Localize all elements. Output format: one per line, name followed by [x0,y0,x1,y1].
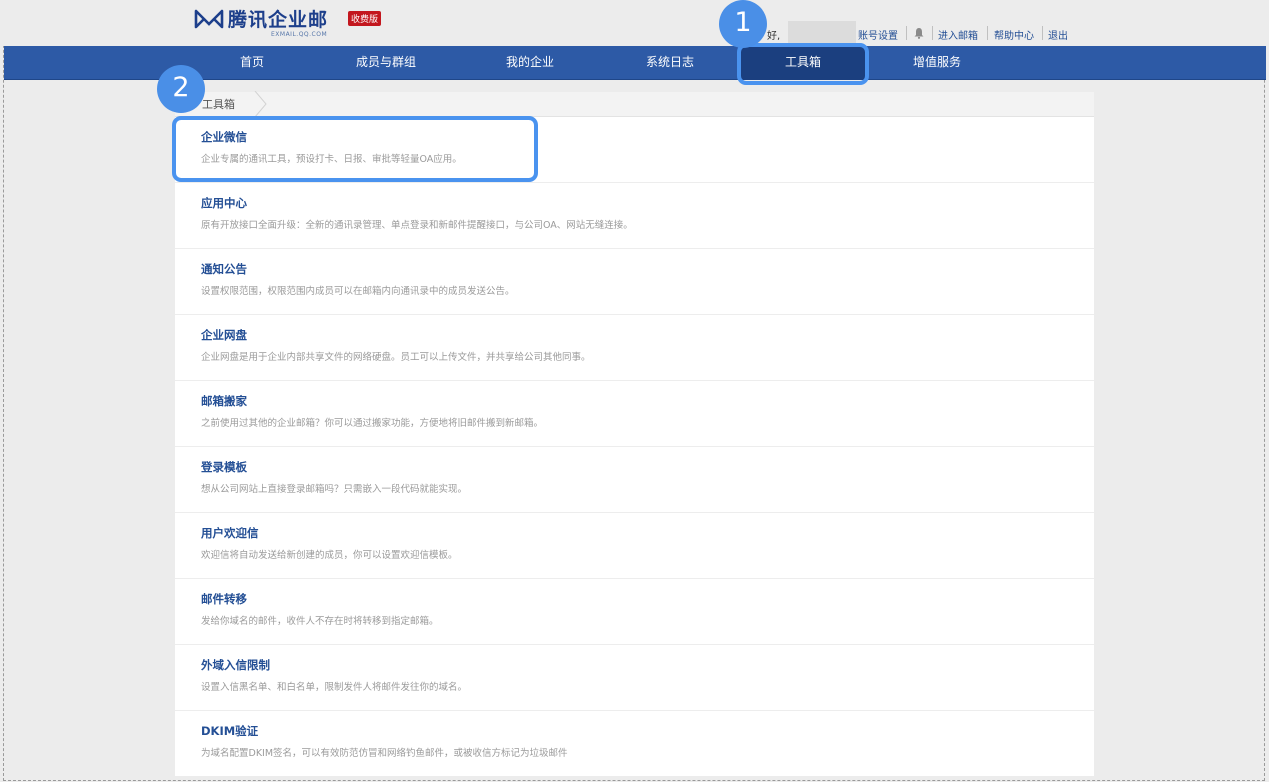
divider [932,26,933,40]
tool-title[interactable]: DKIM验证 [201,723,258,739]
tool-title[interactable]: 通知公告 [201,261,247,277]
divider [906,26,907,40]
tool-item-welcome-letter[interactable]: 用户欢迎信 欢迎信将自动发送给新创建的成员，你可以设置欢迎信模板。 [175,513,1094,579]
tool-item-mail-forward[interactable]: 邮件转移 发给你域名的邮件，收件人不存在时将转移到指定邮箱。 [175,579,1094,645]
nav-toolbox[interactable]: 工具箱 [740,46,866,80]
tool-title[interactable]: 应用中心 [201,195,247,211]
tool-item-netdisk[interactable]: 企业网盘 企业网盘是用于企业内部共享文件的网络硬盘。员工可以上传文件，并共享给公… [175,315,1094,381]
tool-description: 想从公司网站上直接登录邮箱吗？只需嵌入一段代码就能实现。 [201,484,468,495]
nav-system-log[interactable]: 系统日志 [646,46,694,80]
tool-item-dkim[interactable]: DKIM验证 为域名配置DKIM签名，可以有效防范仿冒和网络钓鱼邮件，或被收信方… [175,711,1094,777]
bell-icon[interactable] [913,27,925,39]
edition-badge: 收费版 [348,11,382,26]
nav-my-enterprise[interactable]: 我的企业 [506,46,554,80]
tool-description: 欢迎信将自动发送给新创建的成员，你可以设置欢迎信模板。 [201,550,458,561]
tool-description: 原有开放接口全面升级：全新的通讯录管理、单点登录和新邮件提醒接口，与公司OA、网… [201,220,633,231]
tool-title[interactable]: 登录模板 [201,459,247,475]
tool-title[interactable]: 邮件转移 [201,591,247,607]
chevron-right-icon [254,91,267,117]
breadcrumb-current: 工具箱 [202,98,235,111]
tool-title[interactable]: 邮箱搬家 [201,393,247,409]
tool-description: 发给你域名的邮件，收件人不存在时将转移到指定邮箱。 [201,616,439,627]
tool-description: 企业专属的通讯工具，预设打卡、日报、审批等轻量OA应用。 [201,154,462,165]
tool-description: 为域名配置DKIM签名，可以有效防范仿冒和网络钓鱼邮件，或被收信方标记为垃圾邮件 [201,748,568,759]
tool-item-mail-migration[interactable]: 邮箱搬家 之前使用过其他的企业邮箱？你可以通过搬家功能，方便地将旧邮件搬到新邮箱… [175,381,1094,447]
exmail-logo-icon [194,9,224,29]
callout-step-1: 1 [719,0,767,48]
greeting-text: 好, [767,31,781,42]
logout-link[interactable]: 退出 [1048,27,1068,42]
tool-description: 设置入信黑名单、和白名单，限制发件人将邮件发往你的域名。 [201,682,468,693]
tool-title[interactable]: 企业网盘 [201,327,247,343]
nav-value-added[interactable]: 增值服务 [913,46,961,80]
tool-item-app-center[interactable]: 应用中心 原有开放接口全面升级：全新的通讯录管理、单点登录和新邮件提醒接口，与公… [175,183,1094,249]
tool-title[interactable]: 用户欢迎信 [201,525,259,541]
tool-description: 之前使用过其他的企业邮箱？你可以通过搬家功能，方便地将旧邮件搬到新邮箱。 [201,418,544,429]
divider [1042,26,1043,40]
enter-mailbox-link[interactable]: 进入邮箱 [938,27,978,42]
callout-step-2: 2 [157,65,205,113]
nav-members-groups[interactable]: 成员与群组 [356,46,416,80]
nav-home[interactable]: 首页 [240,46,264,80]
tool-title[interactable]: 企业微信 [201,129,247,145]
nav-toolbox-label: 工具箱 [784,55,821,69]
help-center-link[interactable]: 帮助中心 [994,27,1034,42]
account-settings-link[interactable]: 账号设置 [858,27,898,42]
divider [987,26,988,40]
brand-subtitle: EXMAIL.QQ.COM [271,31,328,38]
toolbox-panel: 工具箱 企业微信 企业专属的通讯工具，预设打卡、日报、审批等轻量OA应用。 应用… [175,91,1094,777]
tool-item-announcement[interactable]: 通知公告 设置权限范围，权限范围内成员可以在邮箱内向通讯录中的成员发送公告。 [175,249,1094,315]
top-header: 腾讯企业邮 收费版 EXMAIL.QQ.COM 好, 账号设置 进入邮箱 帮助中… [0,0,1269,46]
brand-name: 腾讯企业邮 [228,9,329,31]
breadcrumb: 工具箱 [175,91,1094,117]
tool-description: 设置权限范围，权限范围内成员可以在邮箱内向通讯录中的成员发送公告。 [201,286,515,297]
username-redacted [788,21,856,43]
tool-item-wework[interactable]: 企业微信 企业专属的通讯工具，预设打卡、日报、审批等轻量OA应用。 [175,117,1094,183]
tool-title[interactable]: 外域入信限制 [201,657,270,673]
tool-item-inbound-restriction[interactable]: 外域入信限制 设置入信黑名单、和白名单，限制发件人将邮件发往你的域名。 [175,645,1094,711]
tool-item-login-template[interactable]: 登录模板 想从公司网站上直接登录邮箱吗？只需嵌入一段代码就能实现。 [175,447,1094,513]
tool-description: 企业网盘是用于企业内部共享文件的网络硬盘。员工可以上传文件，并共享给公司其他同事… [201,352,591,363]
